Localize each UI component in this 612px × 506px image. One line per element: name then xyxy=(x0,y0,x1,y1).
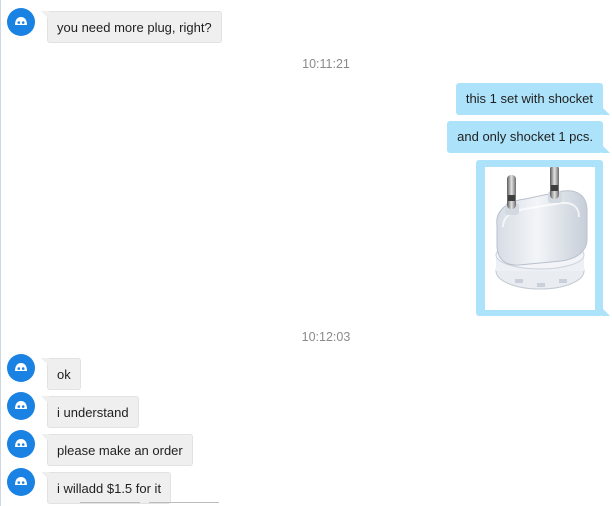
bot-face-icon xyxy=(15,401,27,409)
incoming-message: ok xyxy=(41,358,81,390)
bot-face-icon xyxy=(15,17,27,25)
cut-off-line xyxy=(80,500,220,506)
contact-avatar[interactable] xyxy=(7,392,35,420)
incoming-message: i understand xyxy=(41,396,139,428)
plug-photo[interactable] xyxy=(485,167,595,310)
panel-divider xyxy=(0,0,1,506)
contact-avatar[interactable] xyxy=(7,430,35,458)
contact-avatar[interactable] xyxy=(7,354,35,382)
contact-avatar[interactable] xyxy=(7,468,35,496)
chat-transcript: you need more plug, right? 10:11:21 this… xyxy=(0,0,612,506)
bot-face-icon xyxy=(15,363,27,371)
outgoing-image-message[interactable] xyxy=(476,160,610,316)
outgoing-message: this 1 set with shocket xyxy=(455,83,611,115)
message-timestamp: 10:11:21 xyxy=(302,57,350,71)
incoming-message: please make an order xyxy=(41,434,193,466)
outgoing-message: and only shocket 1 pcs. xyxy=(447,121,610,153)
bot-face-icon xyxy=(15,439,27,447)
contact-avatar[interactable] xyxy=(7,8,35,36)
message-timestamp: 10:12:03 xyxy=(301,330,351,344)
bot-face-icon xyxy=(15,477,27,485)
plug-adapter-image xyxy=(495,167,588,290)
incoming-message: you need more plug, right? xyxy=(41,11,222,43)
